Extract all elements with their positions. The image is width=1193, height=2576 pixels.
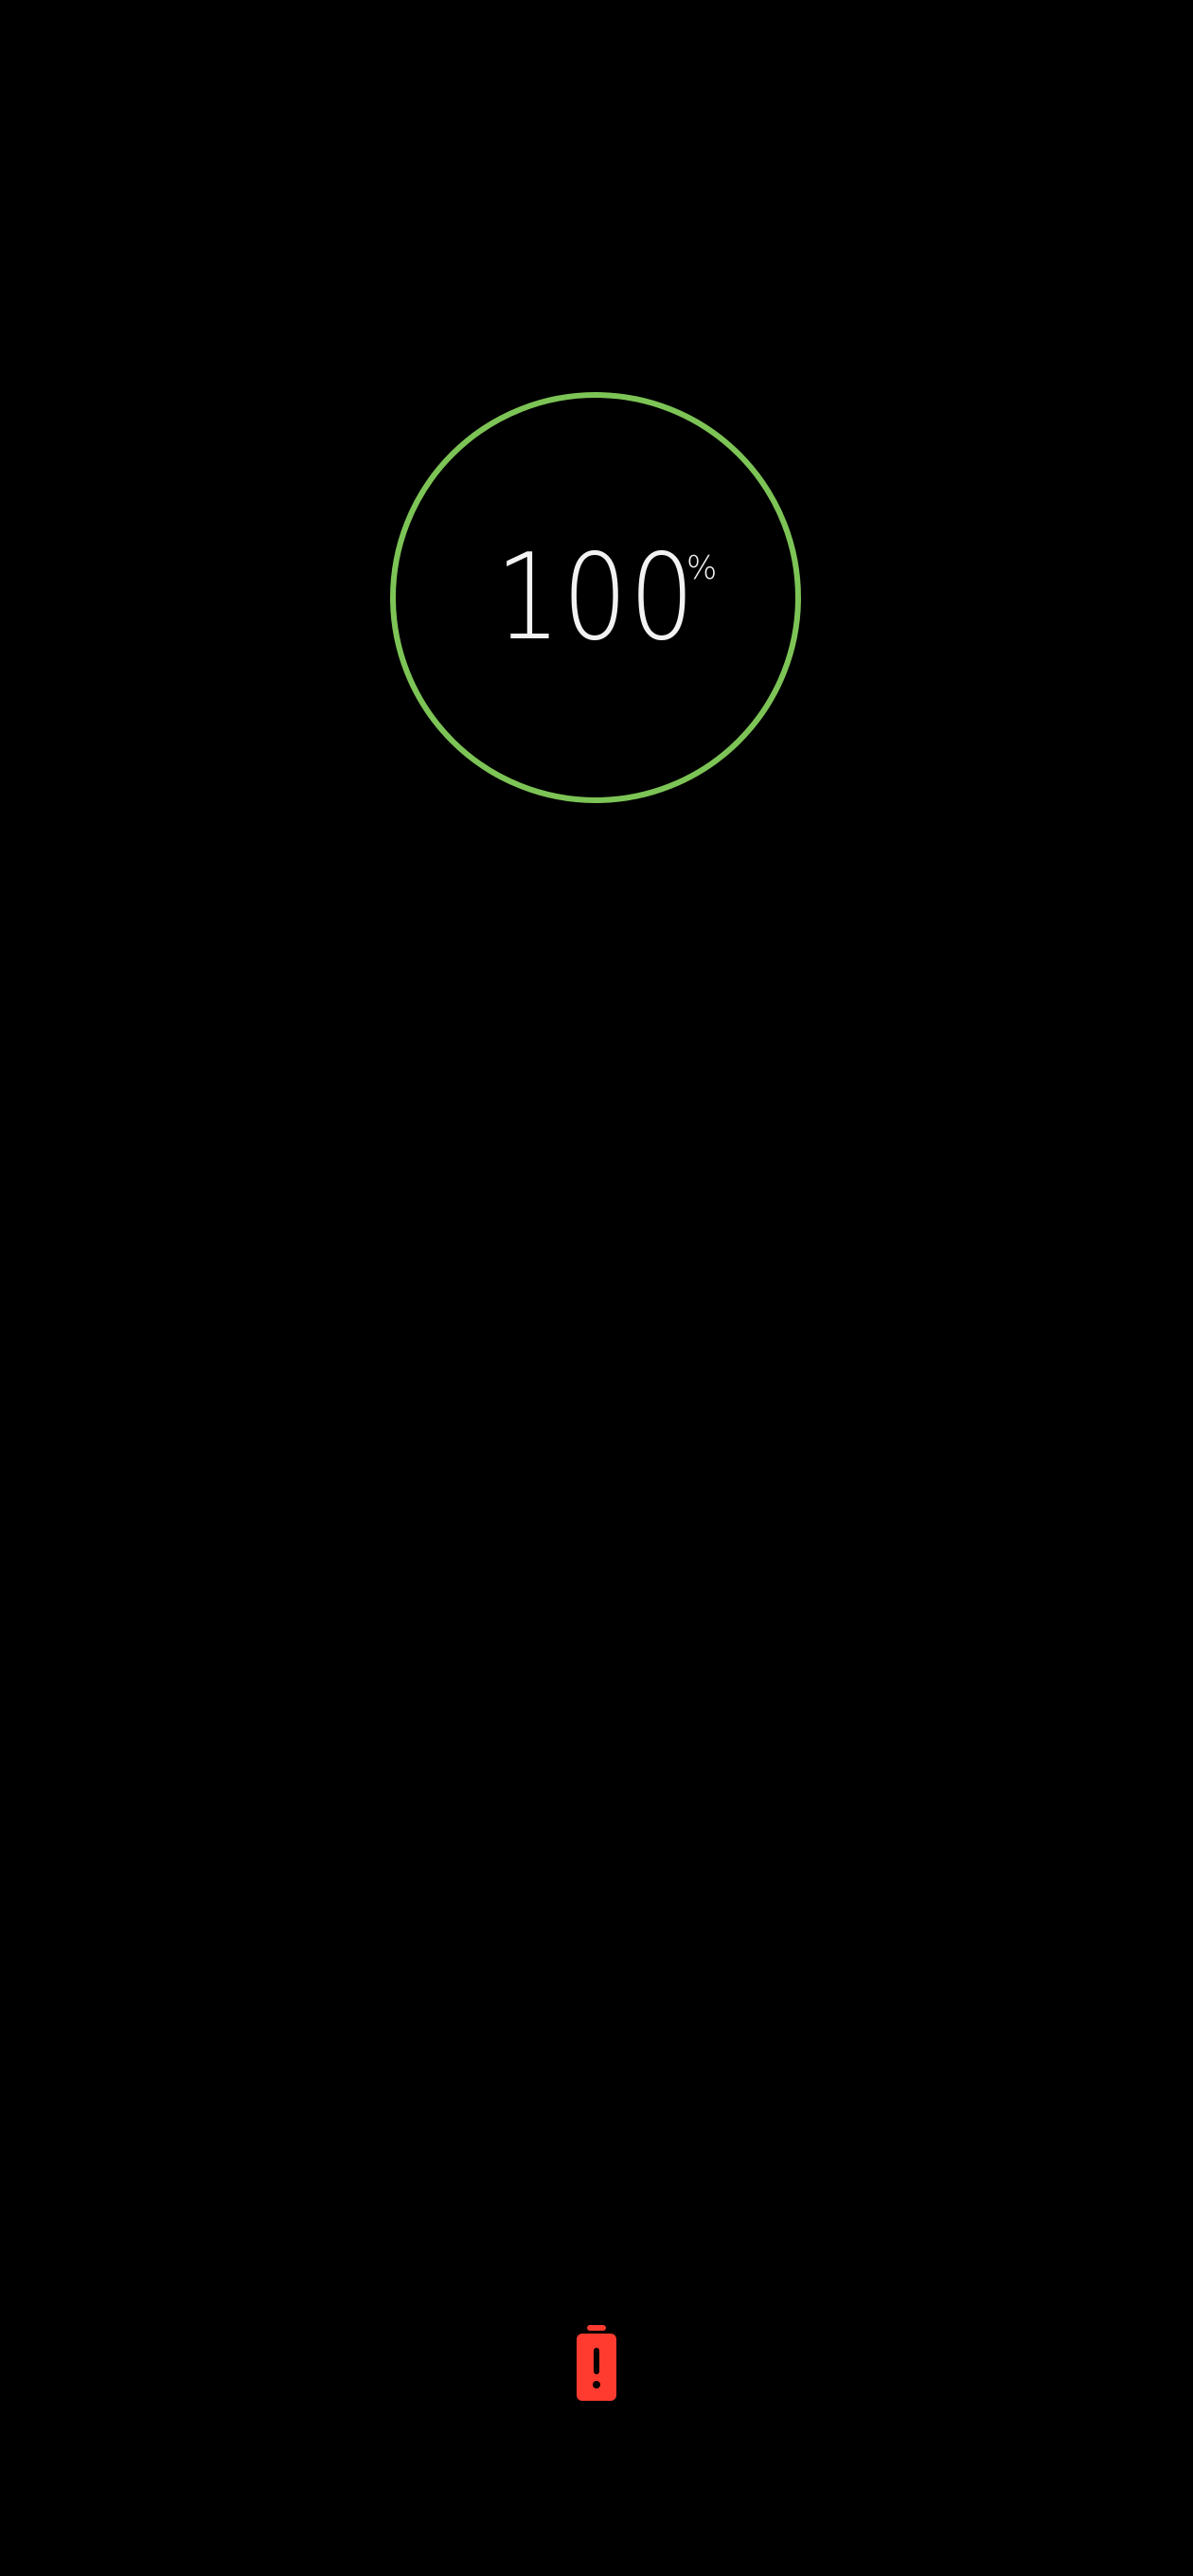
charge-percentage: 100 [495, 528, 696, 667]
percent-sign: % [686, 549, 718, 587]
charge-level: 100 [389, 391, 802, 804]
charge-indicator: 100 % [389, 391, 802, 804]
charging-screen: 100 % [0, 0, 1193, 2576]
battery-alert-icon [573, 2325, 620, 2401]
